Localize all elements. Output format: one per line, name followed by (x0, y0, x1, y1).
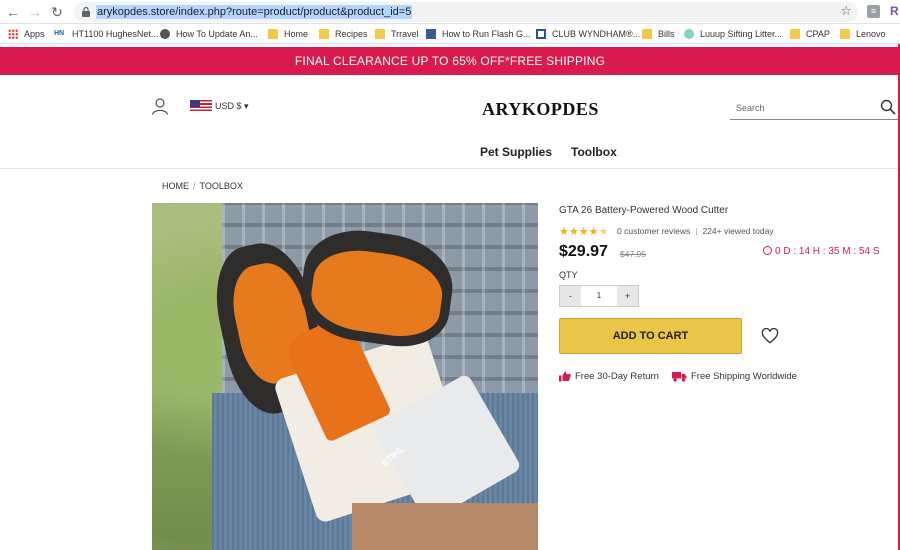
free-return-feature: Free 30-Day Return (559, 371, 659, 382)
product-price: $29.97 (559, 243, 608, 260)
star-half-icon: ★ (598, 226, 609, 238)
bookmark-apps[interactable]: Apps (8, 27, 45, 41)
folder-icon (840, 29, 850, 39)
quantity-label: QTY (559, 270, 578, 280)
rating-stars[interactable]: ★★★★★ (559, 225, 608, 238)
search-input[interactable] (736, 99, 866, 117)
folder-icon (319, 29, 329, 39)
star-icon: ★ (578, 226, 589, 238)
bookmark-travel[interactable]: Trravel (375, 27, 419, 41)
quantity-decrease-button[interactable]: - (560, 286, 581, 306)
breadcrumb: HOME / TOOLBOX (162, 181, 243, 191)
profile-icon[interactable]: R (890, 4, 899, 18)
folder-icon (375, 29, 385, 39)
review-summary: 0 customer reviews | 224+ viewed today (617, 226, 774, 236)
us-flag-icon[interactable] (190, 100, 212, 113)
product-title: GTA 26 Battery-Powered Wood Cutter (559, 205, 729, 216)
bookmark-flash[interactable]: How to Run Flash G... (426, 27, 531, 41)
bookmark-star-icon[interactable]: ☆ (840, 3, 852, 19)
search-icon[interactable] (880, 99, 896, 115)
site-logo[interactable]: ARYKOPDES (482, 99, 599, 120)
currency-selector[interactable]: USD $ ▾ (215, 101, 249, 112)
quantity-stepper: - 1 + (559, 285, 639, 307)
breadcrumb-home[interactable]: HOME (162, 181, 189, 191)
add-to-cart-button[interactable]: ADD TO CART (559, 318, 742, 354)
truck-icon (672, 372, 687, 382)
folder-icon (268, 29, 278, 39)
bookmark-luuup[interactable]: Luuup Sifting Litter... (684, 27, 782, 41)
review-count-link[interactable]: 0 customer reviews (617, 226, 690, 236)
quantity-increase-button[interactable]: + (617, 286, 638, 306)
breadcrumb-toolbox[interactable]: TOOLBOX (200, 181, 243, 191)
bookmark-wyndham[interactable]: CLUB WYNDHAM®... (536, 27, 640, 41)
sale-countdown: 0 D : 14 H : 35 M : 54 S (763, 246, 880, 257)
quantity-input[interactable]: 1 (581, 286, 617, 306)
clock-icon (763, 246, 772, 255)
free-shipping-feature: Free Shipping Worldwide (672, 371, 797, 382)
star-icon: ★ (588, 226, 599, 238)
bookmark-hughesnet[interactable]: HN HT1100 HughesNet... (54, 27, 158, 41)
image-wood (352, 503, 538, 550)
bookmark-home[interactable]: Home (268, 27, 308, 41)
reload-icon[interactable]: ↻ (48, 3, 66, 21)
thumbs-up-icon (559, 371, 571, 382)
wishlist-heart-icon[interactable] (761, 328, 779, 344)
bookmark-lenovo[interactable]: Lenovo (840, 27, 886, 41)
folder-icon (790, 29, 800, 39)
nav-pet-supplies[interactable]: Pet Supplies (480, 145, 552, 159)
viewed-count: 224+ viewed today (702, 226, 774, 236)
thumbnail-icon (426, 29, 436, 39)
nav-toolbox[interactable]: Toolbox (571, 145, 617, 159)
breadcrumb-separator: / (193, 181, 196, 191)
bookmarks-bar: Apps HN HT1100 HughesNet... How To Update… (0, 24, 900, 44)
bookmark-bills[interactable]: Bills (642, 27, 675, 41)
caret-down-icon: ▾ (244, 101, 249, 111)
globe-icon (160, 29, 170, 39)
wyndham-icon (536, 29, 546, 39)
extension-icon[interactable]: ≡ (867, 5, 880, 18)
bookmark-update[interactable]: How To Update An... (160, 27, 258, 41)
user-account-icon[interactable] (151, 97, 169, 115)
product-image[interactable]: STIHL (152, 203, 538, 550)
promo-banner[interactable]: FINAL CLEARANCE UP TO 65% OFF*FREE SHIPP… (0, 47, 900, 75)
forward-icon[interactable]: → (26, 3, 44, 21)
hughesnet-icon: HN (54, 30, 65, 37)
url-text[interactable]: arykopdes.store/index.php?route=product/… (96, 5, 413, 19)
original-price: $47.95 (620, 249, 646, 259)
browser-toolbar: ← → ↻ arykopdes.store/index.php?route=pr… (0, 0, 900, 24)
review-separator: | (695, 226, 698, 236)
lock-icon (82, 7, 90, 17)
star-icon: ★ (559, 226, 569, 238)
bookmark-recipes[interactable]: Recipes (319, 27, 368, 41)
search-box (730, 98, 900, 120)
luuup-icon (684, 29, 694, 39)
back-icon[interactable]: ← (4, 3, 22, 21)
address-bar[interactable]: arykopdes.store/index.php?route=product/… (74, 2, 858, 22)
bookmark-cpap[interactable]: CPAP (790, 27, 830, 41)
apps-grid-icon (8, 29, 18, 39)
star-icon: ★ (568, 226, 579, 238)
header-divider (0, 168, 900, 169)
folder-icon (642, 29, 652, 39)
